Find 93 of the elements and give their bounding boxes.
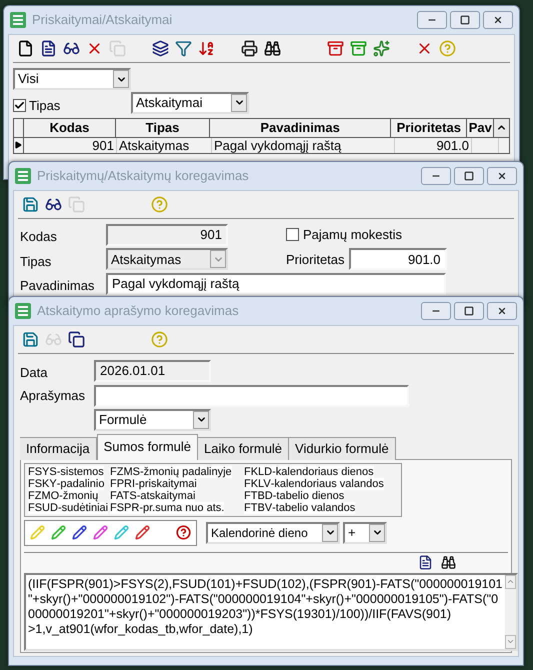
table-cell: Pagal vykdomąjį raštą <box>212 138 395 152</box>
table-cell: 901 <box>24 138 117 152</box>
window-title: Atskaitymo aprašymo koregavimas <box>37 302 239 320</box>
checkbox[interactable] <box>13 99 26 112</box>
function-description: -padalinio <box>56 478 104 490</box>
binoculars-icon[interactable] <box>441 555 456 570</box>
type-dropdown[interactable]: Atskaitymas <box>106 248 228 270</box>
field-label: Aprašymas <box>20 386 86 405</box>
app-icon <box>15 303 31 319</box>
save-icon[interactable] <box>22 196 39 213</box>
close-button[interactable] <box>487 167 517 185</box>
maximize-button[interactable] <box>450 11 480 29</box>
function-code: FKLV <box>244 478 271 490</box>
copy-icon[interactable] <box>68 331 85 348</box>
function-code: FATS <box>110 490 137 502</box>
pencil-icon[interactable] <box>93 525 108 540</box>
date-field[interactable]: 2026.01.01 <box>94 360 211 382</box>
tab[interactable]: Laiko formulė <box>198 436 290 460</box>
description-field[interactable] <box>94 384 409 406</box>
function-description: -žmonių <box>59 490 98 502</box>
sparkle-icon[interactable] <box>373 40 390 57</box>
pencil-icon[interactable] <box>135 525 150 540</box>
priority-field[interactable]: 901.0 <box>348 248 447 270</box>
close-button[interactable] <box>483 11 513 29</box>
glasses-icon[interactable] <box>63 40 80 57</box>
glasses-icon[interactable] <box>45 196 62 213</box>
document-icon[interactable] <box>40 40 57 57</box>
operator-dropdown[interactable]: + <box>343 522 387 544</box>
tab[interactable]: Informacija <box>20 436 97 460</box>
function-description: -tabelio valandos <box>272 502 356 514</box>
function-description: -žmonių padalinyje <box>140 466 232 478</box>
function-code: FSKY <box>28 478 57 490</box>
app-icon <box>10 12 26 28</box>
maximize-icon <box>460 15 470 25</box>
scroll-up-button[interactable] <box>494 118 509 136</box>
filter-dropdown[interactable]: Visi <box>13 68 131 90</box>
function-code: FSPR <box>110 502 140 514</box>
table-cell: 901.0 <box>395 138 472 152</box>
function-code: FKLD <box>244 466 272 478</box>
sort-icon[interactable] <box>198 40 215 57</box>
save-icon[interactable] <box>22 331 39 348</box>
function-description: -kalendoriaus valandos <box>270 478 384 490</box>
close-icon <box>493 15 503 25</box>
checkbox-label: Tipas <box>29 97 60 115</box>
table-cell: Atskaitymas <box>117 138 212 152</box>
close-icon <box>497 306 507 316</box>
function-code: FSYS <box>28 466 57 478</box>
window-title: Priskaitymų/Atskaitymų koregavimas <box>37 167 249 186</box>
tray-icon[interactable] <box>350 40 367 57</box>
type-dropdown[interactable]: Atskaitymai <box>131 92 249 114</box>
tray-icon[interactable] <box>327 40 344 57</box>
function-description: -priskaitymai <box>135 478 197 490</box>
window-title: Priskaitymai/Atskaitymai <box>32 11 172 30</box>
close-button[interactable] <box>487 302 517 320</box>
function-code: FTBV <box>244 502 272 514</box>
document-icon[interactable] <box>418 555 433 570</box>
filter-icon[interactable] <box>175 40 192 57</box>
new-document-icon[interactable] <box>17 40 34 57</box>
function-code: FTBD <box>244 490 273 502</box>
function-code: FPRI <box>110 478 136 490</box>
maximize-icon <box>464 171 474 181</box>
name-field[interactable]: Pagal vykdomąjį raštą <box>106 272 446 295</box>
close-icon <box>497 171 507 181</box>
checkbox-label: Pajamų mokestis <box>303 226 402 244</box>
layers-icon[interactable] <box>152 40 169 57</box>
function-description: -sudėtiniai <box>58 502 108 514</box>
field-label: Tipas <box>20 252 52 271</box>
field-label: Kodas <box>20 228 58 246</box>
field-label: Pavadinimas <box>20 277 96 295</box>
unit-dropdown[interactable]: Kalendorinė dieno <box>206 522 340 544</box>
mode-dropdown[interactable]: Formulė <box>94 408 211 430</box>
function-code: FSUD <box>28 502 58 514</box>
function-code: FZMO <box>28 490 60 502</box>
function-description: -atskaitymai <box>136 490 196 502</box>
function-description: -kalendoriaus dienos <box>272 466 374 478</box>
function-description: -pr.suma nuo ats. <box>139 502 224 514</box>
checkbox[interactable] <box>286 228 299 242</box>
field-label: Data <box>20 364 48 382</box>
maximize-icon <box>464 306 474 316</box>
field-label: Prioritetas <box>286 250 345 268</box>
code-field[interactable]: 901 <box>106 224 228 246</box>
maximize-button[interactable] <box>454 167 484 185</box>
function-description: -sistemos <box>56 466 104 478</box>
app-icon <box>15 168 31 184</box>
function-code: FZMS <box>110 466 140 478</box>
maximize-button[interactable] <box>454 302 484 320</box>
tab[interactable]: Sumos formulė <box>96 434 198 460</box>
function-description: -tabelio dienos <box>272 490 344 502</box>
binoculars-icon[interactable] <box>264 40 281 57</box>
tab[interactable]: Vidurkio formulė <box>289 436 396 460</box>
help-icon[interactable] <box>176 525 191 540</box>
pencil-icon[interactable] <box>72 525 87 540</box>
printer-icon[interactable] <box>241 40 258 57</box>
